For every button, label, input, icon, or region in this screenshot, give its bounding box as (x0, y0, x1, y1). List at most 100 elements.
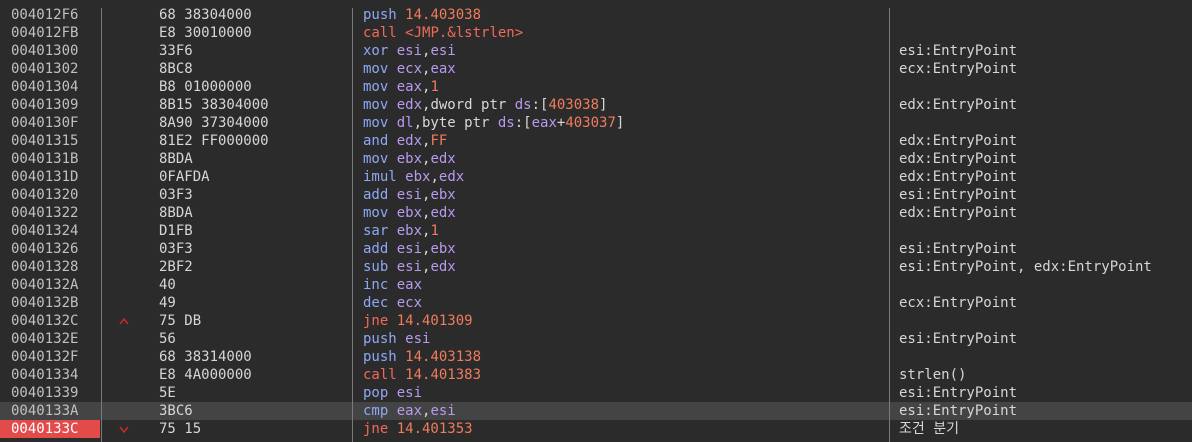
address-cell[interactable]: 0040132C (0, 312, 100, 330)
address-cell[interactable]: 00401302 (0, 60, 100, 78)
jump-arrow-cell (118, 186, 154, 204)
instruction-row[interactable]: 00401315 81E2 FF000000 and edx,FF edx:Entry… (0, 132, 1192, 150)
instruction-cell[interactable]: and edx,FF (363, 132, 883, 150)
comment-cell[interactable]: edx:EntryPoint (899, 204, 1192, 222)
comment-cell[interactable] (899, 114, 1192, 132)
address-cell[interactable]: 0040132A (0, 276, 100, 294)
instruction-cell[interactable]: mov ecx,eax (363, 60, 883, 78)
instruction-cell[interactable]: mov ebx,edx (363, 150, 883, 168)
comment-cell[interactable] (899, 6, 1192, 24)
instruction-cell[interactable]: cmp eax,esi (363, 402, 883, 420)
instruction-cell[interactable]: push 14.403038 (363, 6, 883, 24)
comment-cell[interactable]: edx:EntryPoint (899, 168, 1192, 186)
comment-cell[interactable]: ecx:EntryPoint (899, 60, 1192, 78)
instruction-row[interactable]: 00401320 03F3 add esi,ebx esi:EntryPoint (0, 186, 1192, 204)
instruction-row[interactable]: 00401304 B8 01000000 mov eax,1 (0, 78, 1192, 96)
instruction-row[interactable]: 0040133A 3BC6 cmp eax,esi esi:EntryPoint (0, 402, 1192, 420)
comment-cell[interactable]: esi:EntryPoint (899, 402, 1192, 420)
instruction-cell[interactable]: add esi,ebx (363, 240, 883, 258)
instruction-cell[interactable]: dec ecx (363, 294, 883, 312)
instruction-row[interactable]: 0040132F 68 38314000 push 14.403138 (0, 348, 1192, 366)
comment-cell[interactable]: ecx:EntryPoint (899, 294, 1192, 312)
comment-cell[interactable]: esi:EntryPoint (899, 330, 1192, 348)
address-cell[interactable]: 00401322 (0, 204, 100, 222)
instruction-row[interactable]: 004012F6 68 38304000 push 14.403038 (0, 6, 1192, 24)
address-cell[interactable]: 0040132B (0, 294, 100, 312)
instruction-row[interactable]: 00401322 8BDA mov ebx,edx edx:EntryPoint (0, 204, 1192, 222)
comment-cell[interactable] (899, 78, 1192, 96)
address-cell[interactable]: 0040131B (0, 150, 100, 168)
comment-cell[interactable]: esi:EntryPoint (899, 186, 1192, 204)
instruction-row[interactable]: 0040132B 49 dec ecx ecx:EntryPoint (0, 294, 1192, 312)
instruction-row[interactable]: 00401309 8B15 38304000 mov edx,dword ptr d… (0, 96, 1192, 114)
address-cell[interactable]: 00401309 (0, 96, 100, 114)
instruction-cell[interactable]: xor esi,esi (363, 42, 883, 60)
instruction-row[interactable]: 00401326 03F3 add esi,ebx esi:EntryPoint (0, 240, 1192, 258)
address-cell[interactable]: 00401328 (0, 258, 100, 276)
address-cell[interactable]: 004012F6 (0, 6, 100, 24)
instruction-row[interactable]: 00401334 E8 4A000000 call 14.401383 strlen(… (0, 366, 1192, 384)
instruction-row[interactable]: 00401302 8BC8 mov ecx,eax ecx:EntryPoint (0, 60, 1192, 78)
address-cell[interactable]: 00401320 (0, 186, 100, 204)
address-cell[interactable]: 00401324 (0, 222, 100, 240)
instruction-cell[interactable]: mov ebx,edx (363, 204, 883, 222)
instruction-row[interactable]: 0040131D 0FAFDA imul ebx,edx edx:EntryPoint (0, 168, 1192, 186)
comment-cell[interactable]: esi:EntryPoint, edx:EntryPoint (899, 258, 1192, 276)
instruction-cell[interactable]: jne 14.401309 (363, 312, 883, 330)
instruction-cell[interactable]: sub esi,edx (363, 258, 883, 276)
address-cell[interactable]: 00401339 (0, 384, 100, 402)
instruction-cell[interactable]: pop esi (363, 384, 883, 402)
instruction-row[interactable]: 0040131B 8BDA mov ebx,edx edx:EntryPoint (0, 150, 1192, 168)
comment-cell[interactable]: edx:EntryPoint (899, 150, 1192, 168)
address-cell[interactable]: 0040133A (0, 402, 100, 420)
address-cell[interactable]: 00401334 (0, 366, 100, 384)
disassembly-view[interactable]: 0040133C 75 15 jne 14.401353 조건 분기 0040133A 3… (0, 0, 1192, 442)
instruction-cell[interactable]: push 14.403138 (363, 348, 883, 366)
comment-cell[interactable] (899, 222, 1192, 240)
instruction-row[interactable]: 0040130F 8A90 37304000 mov dl,byte ptr ds:… (0, 114, 1192, 132)
instruction-row[interactable]: 00401300 33F6 xor esi,esi esi:EntryPoint (0, 42, 1192, 60)
instruction-cell[interactable]: inc eax (363, 276, 883, 294)
instruction-row[interactable]: 00401339 5E pop esi esi:EntryPoint (0, 384, 1192, 402)
instruction-cell[interactable]: call <JMP.&lstrlen> (363, 24, 883, 42)
comment-cell[interactable]: strlen() (899, 366, 1192, 384)
comment-cell[interactable] (899, 24, 1192, 42)
comment-cell[interactable]: edx:EntryPoint (899, 132, 1192, 150)
comment-cell[interactable] (899, 348, 1192, 366)
instruction-cell[interactable]: add esi,ebx (363, 186, 883, 204)
address-cell[interactable]: 004012FB (0, 24, 100, 42)
instruction-token: mov (363, 61, 397, 77)
address-cell[interactable]: 00401315 (0, 132, 100, 150)
jump-arrow-cell (118, 348, 154, 366)
instruction-row[interactable]: 0040132A 40 inc eax (0, 276, 1192, 294)
address-cell[interactable]: 0040132E (0, 330, 100, 348)
instruction-cell[interactable]: mov dl,byte ptr ds:[eax+403037] (363, 114, 883, 132)
comment-cell[interactable] (899, 276, 1192, 294)
instruction-row[interactable]: 00401324 D1FB sar ebx,1 (0, 222, 1192, 240)
instruction-cell[interactable]: call 14.401383 (363, 366, 883, 384)
instruction-row[interactable]: 0040132C 75 DB jne 14.401309 (0, 312, 1192, 330)
comment-cell[interactable]: esi:EntryPoint (899, 42, 1192, 60)
comment-cell[interactable]: esi:EntryPoint (899, 384, 1192, 402)
instruction-cell[interactable]: jne 14.401353 (363, 420, 883, 438)
instruction-row[interactable]: 0040133C 75 15 jne 14.401353 조건 분기 (0, 420, 1192, 438)
instruction-cell[interactable]: imul ebx,edx (363, 168, 883, 186)
instruction-row[interactable]: 004012FB E8 30010000 call <JMP.&lstrlen> (0, 24, 1192, 42)
instruction-row[interactable]: 00401328 2BF2 sub esi,edx esi:EntryPoint, e… (0, 258, 1192, 276)
address-cell[interactable]: 00401326 (0, 240, 100, 258)
comment-cell[interactable]: esi:EntryPoint (899, 240, 1192, 258)
address-cell[interactable]: 0040131D (0, 168, 100, 186)
instruction-cell[interactable]: push esi (363, 330, 883, 348)
address-cell[interactable]: 00401304 (0, 78, 100, 96)
address-cell[interactable]: 0040132F (0, 348, 100, 366)
comment-cell[interactable] (899, 312, 1192, 330)
instruction-cell[interactable]: mov edx,dword ptr ds:[403038] (363, 96, 883, 114)
instruction-cell[interactable]: mov eax,1 (363, 78, 883, 96)
address-cell[interactable]: 0040130F (0, 114, 100, 132)
comment-cell[interactable]: edx:EntryPoint (899, 96, 1192, 114)
address-cell[interactable]: 0040133C (0, 420, 100, 438)
address-cell[interactable]: 00401300 (0, 42, 100, 60)
instruction-cell[interactable]: sar ebx,1 (363, 222, 883, 240)
instruction-row[interactable]: 0040132E 56 push esi esi:EntryPoint (0, 330, 1192, 348)
comment-cell[interactable]: 조건 분기 (899, 420, 1192, 438)
